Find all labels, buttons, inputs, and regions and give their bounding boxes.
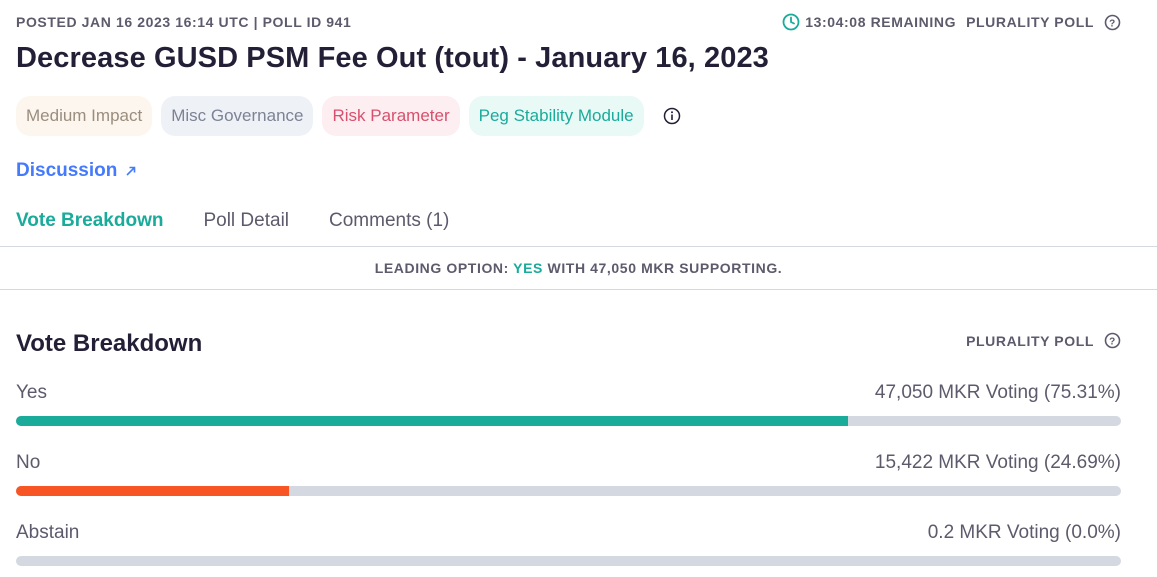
vote-option-no: No 15,422 MKR Voting (24.69%) [16,452,1121,496]
svg-text:?: ? [1109,18,1116,29]
tab-poll-detail[interactable]: Poll Detail [203,210,289,232]
poll-type-label: PLURALITY POLL [966,14,1094,30]
vote-option-abstain: Abstain 0.2 MKR Voting (0.0%) [16,522,1121,566]
tab-vote-breakdown[interactable]: Vote Breakdown [16,210,163,232]
tab-comments[interactable]: Comments (1) [329,210,449,232]
discussion-link[interactable]: Discussion [16,160,137,182]
time-remaining: 13:04:08 REMAINING [782,13,956,31]
page-title: Decrease GUSD PSM Fee Out (tout) - Janua… [16,42,769,74]
vote-breakdown-poll-type: PLURALITY POLL ? [966,332,1121,349]
banner-divider [0,289,1157,290]
option-votes: 47,050 MKR Voting (75.31%) [874,382,1121,403]
option-label: Yes [16,382,47,403]
poll-meta: POSTED JAN 16 2023 16:14 UTC | POLL ID 9… [16,14,352,30]
vote-option-yes: Yes 47,050 MKR Voting (75.31%) [16,382,1121,426]
tag-peg-stability-module[interactable]: Peg Stability Module [468,96,644,136]
info-icon[interactable] [663,107,681,125]
discussion-label: Discussion [16,160,118,181]
option-progress-fill [16,416,849,426]
tag-risk-parameter[interactable]: Risk Parameter [322,96,460,136]
option-label: No [16,452,41,473]
option-votes: 0.2 MKR Voting (0.0%) [927,522,1121,543]
help-icon[interactable]: ? [1104,332,1121,349]
tab-divider [0,246,1157,247]
leading-option-banner: LEADING OPTION: YES WITH 47,050 MKR SUPP… [0,260,1157,276]
tag-misc-governance[interactable]: Misc Governance [161,96,314,136]
tag-medium-impact[interactable]: Medium Impact [16,96,153,136]
vote-breakdown-title: Vote Breakdown [16,330,203,357]
clock-icon [782,13,800,31]
option-votes: 15,422 MKR Voting (24.69%) [874,452,1121,473]
leading-option: YES [513,260,543,276]
option-progress-fill [16,486,289,496]
external-link-icon [126,166,136,176]
tab-bar: Vote Breakdown Poll Detail Comments (1) [16,210,449,232]
tag-list: Medium Impact Misc Governance Risk Param… [16,96,681,136]
leading-suffix: WITH 47,050 MKR SUPPORTING. [547,260,783,276]
option-progress-bar [16,486,1121,496]
svg-text:?: ? [1109,336,1116,347]
option-progress-bar [16,556,1121,566]
time-remaining-text: 13:04:08 REMAINING [805,14,957,30]
poll-header-bar: POSTED JAN 16 2023 16:14 UTC | POLL ID 9… [16,12,1121,32]
help-icon[interactable]: ? [1104,14,1121,31]
poll-status: 13:04:08 REMAINING PLURALITY POLL ? [782,13,1121,31]
leading-prefix: LEADING OPTION: [374,260,509,276]
poll-type-label: PLURALITY POLL [966,332,1094,349]
option-label: Abstain [16,522,80,543]
option-progress-bar [16,416,1121,426]
